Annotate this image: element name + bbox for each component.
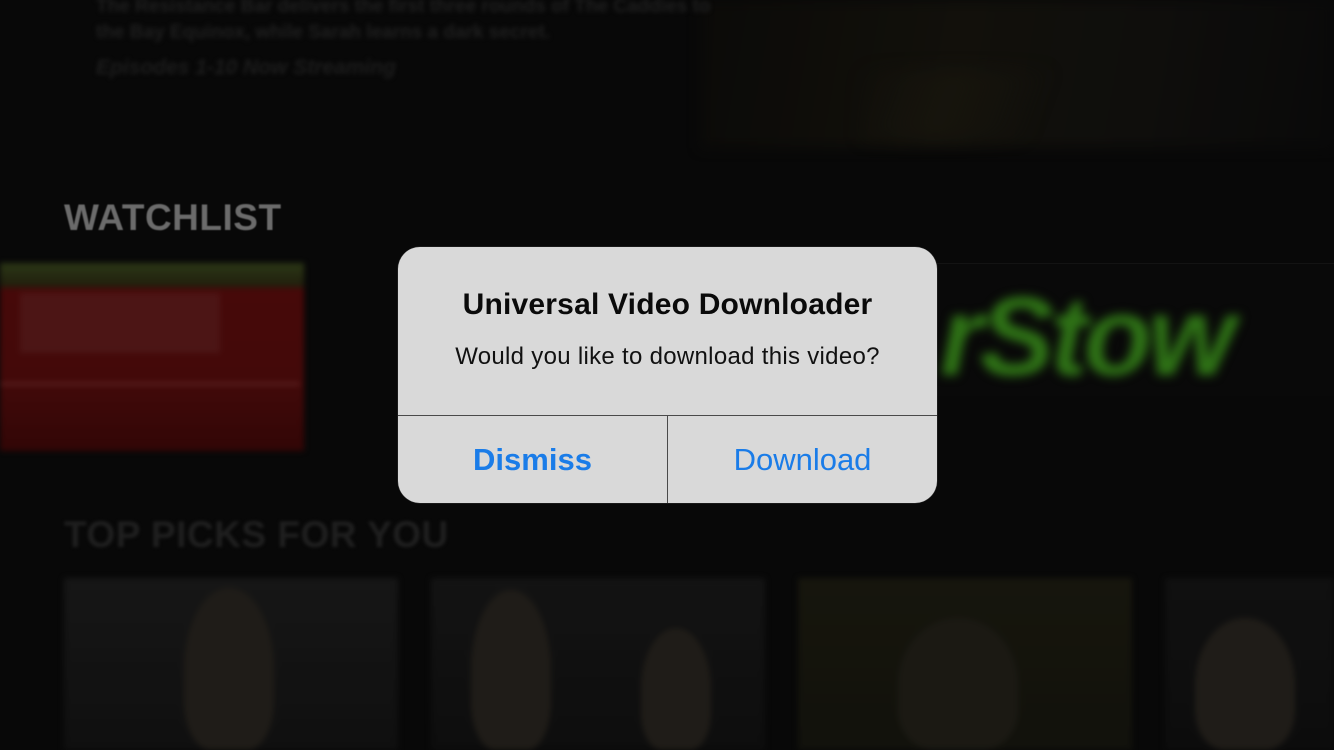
download-button[interactable]: Download: [668, 416, 937, 503]
alert-message: Would you like to download this video?: [455, 343, 880, 370]
dismiss-button[interactable]: Dismiss: [398, 416, 667, 503]
alert-title: Universal Video Downloader: [462, 288, 873, 321]
alert-dialog: Universal Video Downloader Would you lik…: [398, 247, 937, 503]
